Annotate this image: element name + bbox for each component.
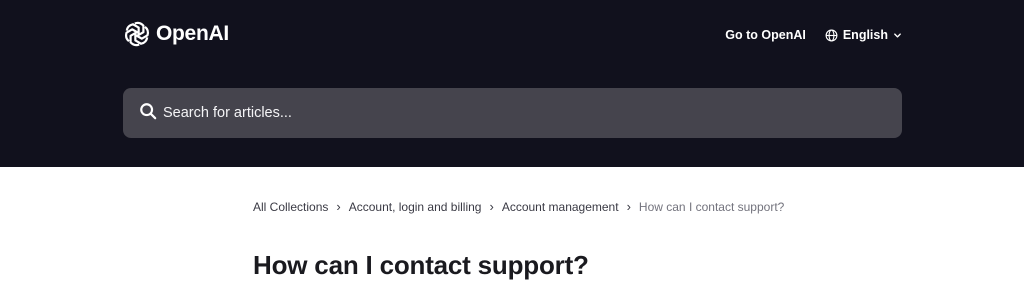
breadcrumb: All Collections › Account, login and bil… [253,199,784,214]
language-selector[interactable]: English [825,28,902,42]
globe-icon [825,29,838,42]
breadcrumb-item-account-management[interactable]: Account management [502,200,619,214]
go-to-openai-link[interactable]: Go to OpenAI [725,28,806,42]
breadcrumb-item-account-login-billing[interactable]: Account, login and billing [349,200,482,214]
chevron-right-icon: › [336,199,341,214]
search-bar[interactable] [123,88,902,138]
openai-logo-icon [123,20,151,48]
chevron-right-icon: › [626,199,631,214]
breadcrumb-item-all-collections[interactable]: All Collections [253,200,328,214]
logo-text: OpenAI [156,22,229,45]
top-navigation: Go to OpenAI English [725,25,902,45]
breadcrumb-current: How can I contact support? [638,199,785,214]
page-title: How can I contact support? [253,250,589,280]
chevron-right-icon: › [489,199,494,214]
home-logo-link[interactable]: OpenAI [123,19,229,49]
language-label: English [842,28,888,42]
chevron-down-icon [893,31,902,40]
search-input[interactable] [157,88,902,138]
site-header: OpenAI Go to OpenAI English [0,0,1024,167]
search-icon [139,102,157,125]
